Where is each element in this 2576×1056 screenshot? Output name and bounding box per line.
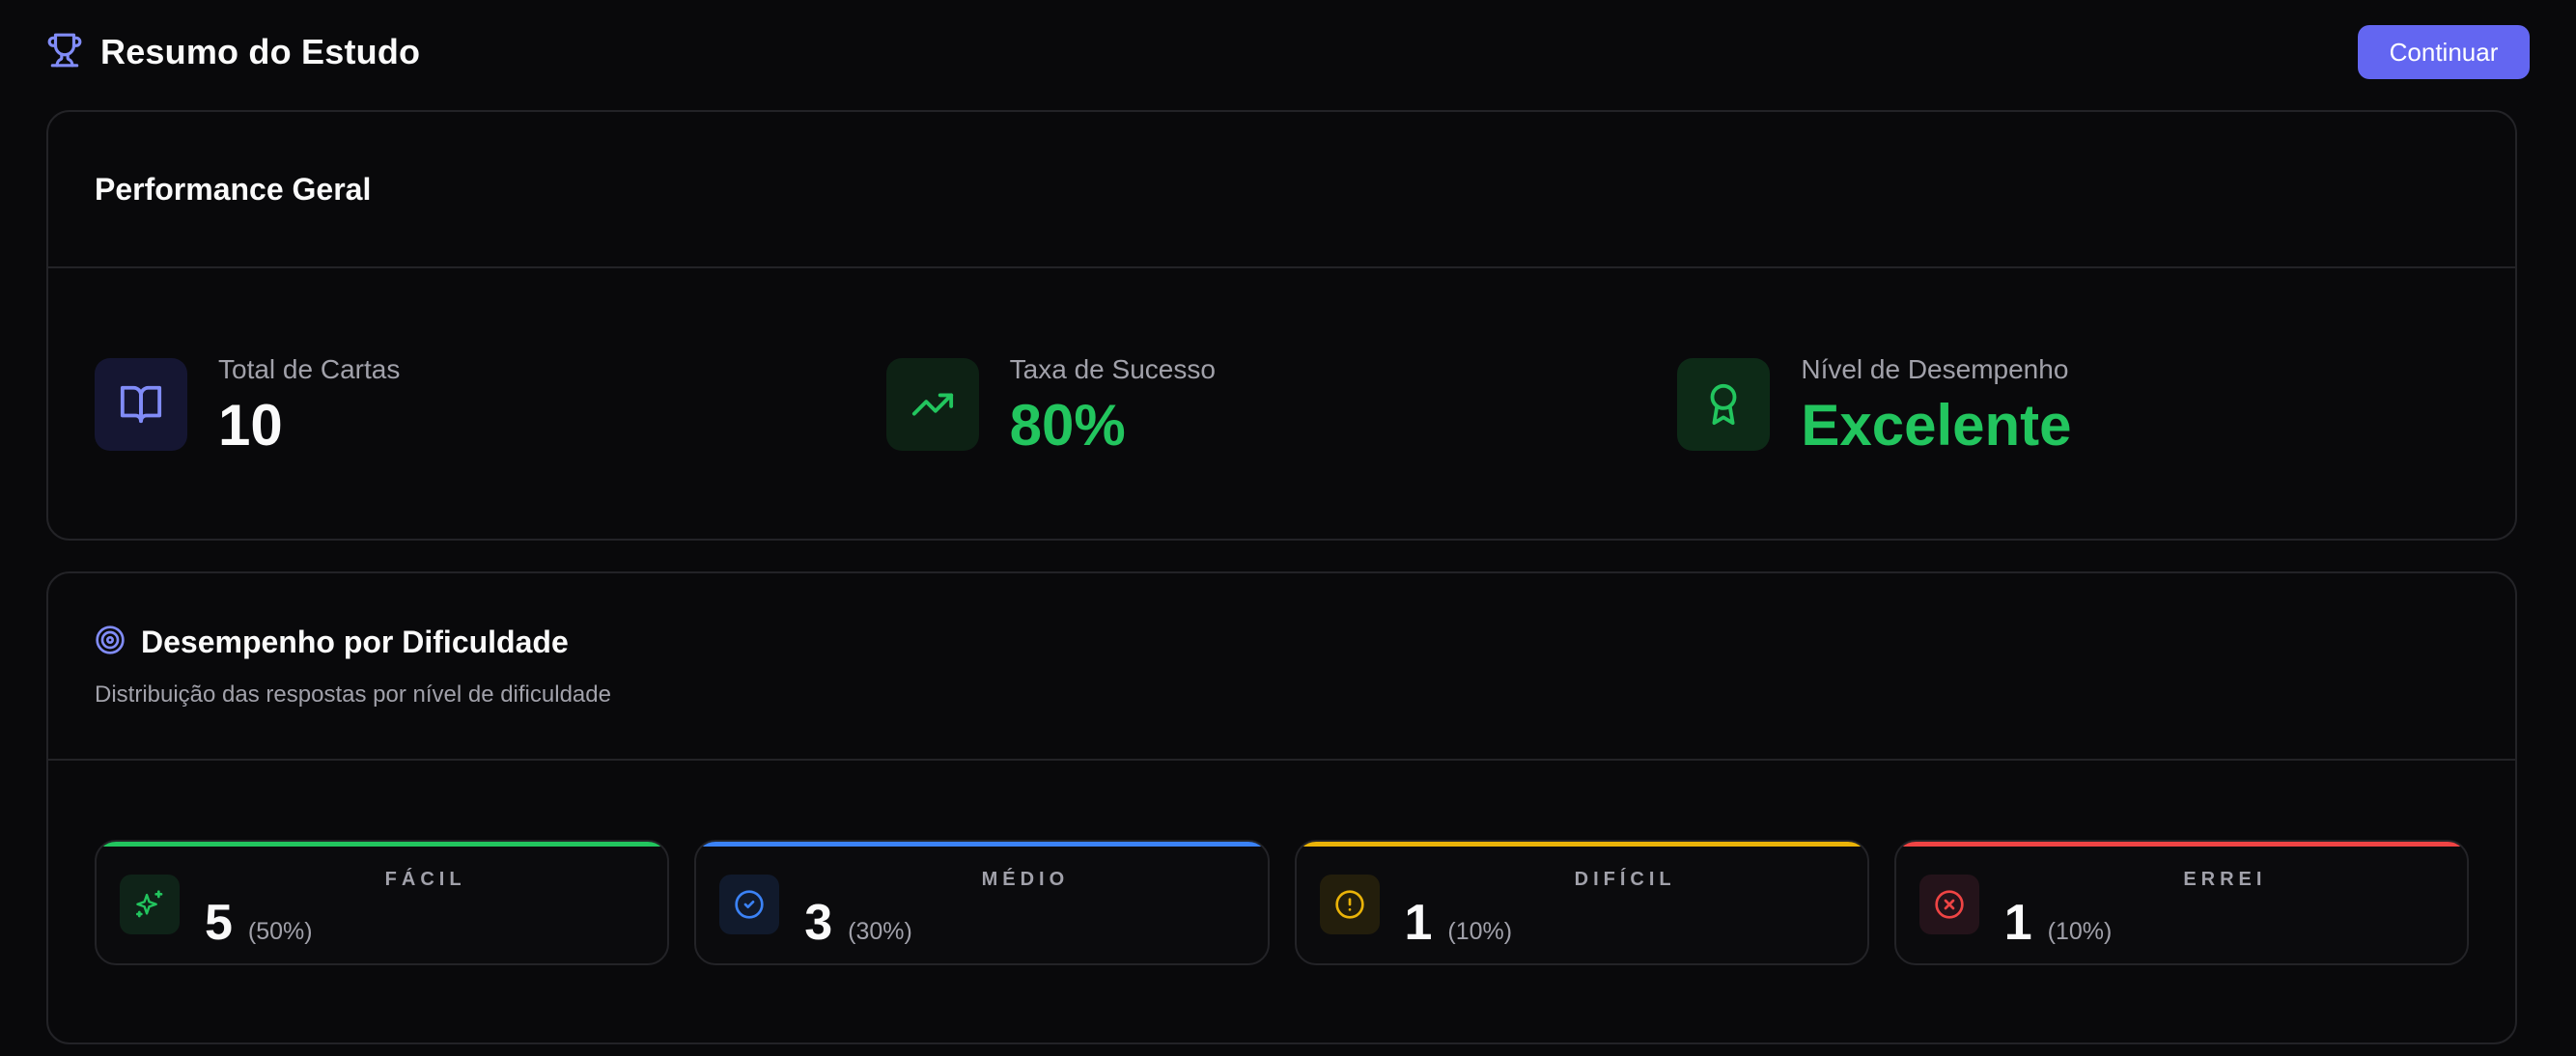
stat-label: Nível de Desempenho [1801,353,2069,384]
difficulty-item-hard: DIFÍCIL 1 (10%) [1294,840,1869,965]
performance-title: Performance Geral [95,171,372,207]
top-bar: Resumo do Estudo Continuar [46,25,2530,79]
difficulty-title: Desempenho por Dificuldade [141,624,569,659]
stat-success-rate: Taxa de Sucesso 80% [885,353,1678,458]
difficulty-name: MÉDIO [981,869,1070,890]
difficulty-color-bar [1296,842,1867,847]
difficulty-percent: (50%) [247,918,313,945]
difficulty-item-medium: MÉDIO 3 (30%) [694,840,1270,965]
stat-value: 80% [1009,392,1126,458]
difficulty-name: DIFÍCIL [1574,869,1676,890]
stat-total-cards: Total de Cartas 10 [95,354,886,456]
difficulty-color-bar [1895,842,2467,847]
difficulty-item-easy: FÁCIL 5 (50%) [95,840,670,965]
award-icon [1677,358,1771,451]
difficulty-count: 5 [205,895,233,951]
stat-label: Total de Cartas [218,353,401,384]
difficulty-grid: FÁCIL 5 (50%) MÉDIO 3 (30%) DIFÍCIL 1 (1… [48,840,2515,965]
difficulty-card-header: Desempenho por Dificuldade Distribuição … [48,573,2515,761]
performance-card: Performance Geral Total de Cartas 10 Tax… [46,110,2517,541]
difficulty-count: 3 [804,895,833,951]
book-open-icon [95,358,187,451]
page-title-group: Resumo do Estudo [46,32,420,73]
difficulty-percent: (10%) [2047,918,2113,945]
stat-value: Excelente [1801,392,2072,458]
difficulty-count: 1 [1404,895,1433,951]
performance-stats: Total de Cartas 10 Taxa de Sucesso 80% N… [48,268,2515,541]
difficulty-subtitle: Distribuição das respostas por nível de … [95,681,611,708]
difficulty-name: ERREI [2183,869,2267,890]
performance-card-header: Performance Geral [48,112,2515,268]
difficulty-item-wrong: ERREI 1 (10%) [1893,840,2469,965]
difficulty-percent: (10%) [1447,918,1513,945]
difficulty-count: 1 [2003,895,2032,951]
difficulty-color-bar [97,842,668,847]
page-title: Resumo do Estudo [100,32,421,71]
target-icon [95,625,126,660]
difficulty-color-bar [696,842,1268,847]
trophy-icon [46,32,83,73]
continue-button[interactable]: Continuar [2358,25,2530,79]
difficulty-card: Desempenho por Dificuldade Distribuição … [46,571,2517,1044]
stat-performance-level: Nível de Desempenho Excelente [1677,354,2469,456]
stat-value: 10 [218,392,283,458]
difficulty-percent: (30%) [848,918,912,945]
difficulty-name: FÁCIL [384,869,466,890]
stat-label: Taxa de Sucesso [1009,353,1216,384]
trending-up-icon [885,358,979,451]
